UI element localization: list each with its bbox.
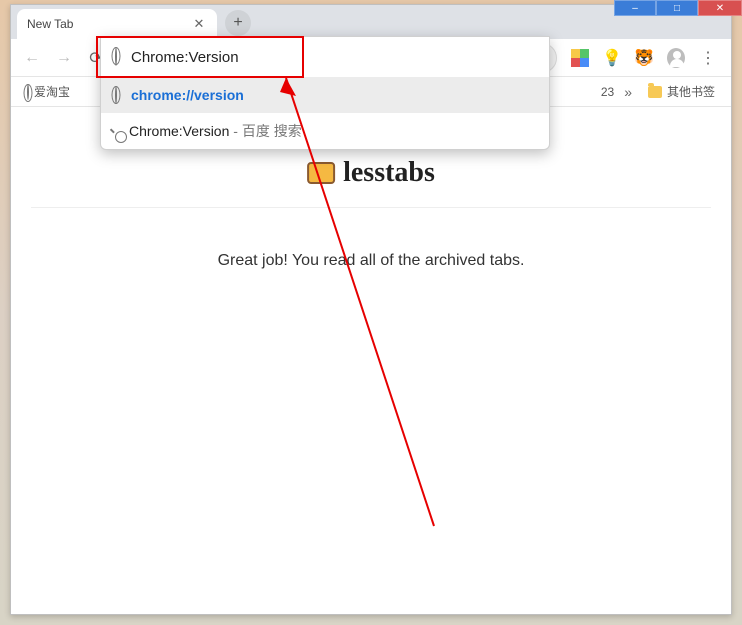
page-content: lesstabs Great job! You read all of the … [11,107,731,614]
extension-area: 💡 🐯 ⋮ [563,49,725,67]
omnibox-dropdown: chrome://version Chrome:Version - 百度 搜索 [100,36,550,150]
tiger-extension-icon[interactable]: 🐯 [635,49,653,67]
tab-title: New Tab [27,17,73,31]
profile-avatar-icon[interactable] [667,49,685,67]
suggestion-desc: - 百度 搜索 [229,123,301,139]
suggestion-text: chrome://version [131,87,244,103]
omnibox-input[interactable] [131,49,535,66]
bookmark-truncated-text[interactable]: 23 [601,85,614,99]
other-bookmarks-folder[interactable]: 其他书签 [642,80,721,103]
suggestion-url[interactable]: chrome://version [101,77,549,113]
suggestion-text: Chrome:Version [129,123,229,139]
menu-button[interactable]: ⋮ [699,49,717,67]
other-bookmarks-label: 其他书签 [667,83,715,100]
google-drive-icon[interactable] [571,49,589,67]
back-button[interactable]: ← [17,43,47,73]
window-maximize-button[interactable]: □ [656,0,698,16]
new-tab-button[interactable]: + [225,10,251,36]
window-minimize-button[interactable]: – [614,0,656,16]
globe-icon [115,86,117,104]
tab-active[interactable]: New Tab ✕ [17,9,217,39]
brand-text: lesstabs [343,157,435,189]
status-message: Great job! You read all of the archived … [11,252,731,270]
tab-close-icon[interactable]: ✕ [191,16,207,32]
window-close-button[interactable]: ✕ [698,0,742,16]
page-brand: lesstabs [307,157,435,189]
folder-icon [648,86,662,98]
omnibox-input-row [101,37,549,77]
bookmark-item-aitaobao[interactable]: 爱淘宝 [21,80,76,103]
globe-icon [27,84,29,100]
bulb-extension-icon[interactable]: 💡 [603,49,621,67]
lesstabs-logo-icon [307,162,335,184]
bookmarks-overflow-button[interactable]: » [624,84,632,100]
divider [31,207,711,208]
bookmark-label: 爱淘宝 [34,83,70,100]
forward-button[interactable]: → [49,43,79,73]
globe-icon [115,47,117,66]
suggestion-search[interactable]: Chrome:Version - 百度 搜索 [101,113,549,149]
